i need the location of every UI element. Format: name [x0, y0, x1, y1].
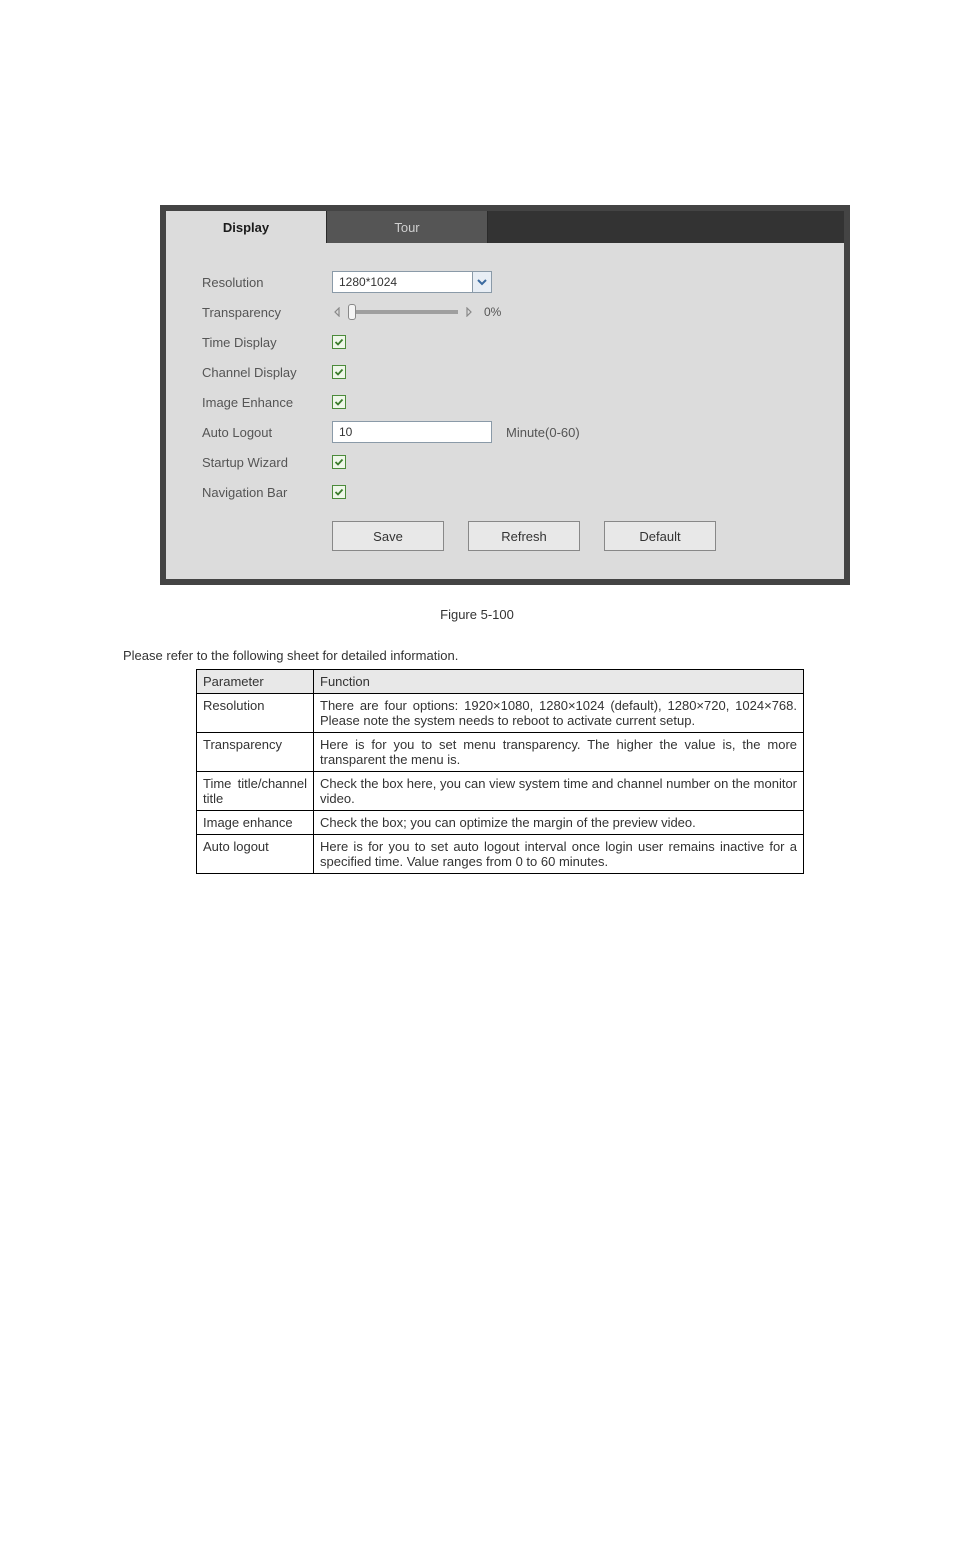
- label-transparency: Transparency: [202, 305, 332, 320]
- save-button[interactable]: Save: [332, 521, 444, 551]
- navigation-bar-checkbox[interactable]: [332, 485, 346, 499]
- col-head-func: Function: [314, 670, 804, 694]
- auto-logout-suffix: Minute(0-60): [506, 425, 580, 440]
- row-resolution: Resolution 1280*1024: [166, 267, 844, 297]
- cell-param: Image enhance: [197, 811, 314, 835]
- display-settings-figure: Display Tour Resolution 1280*1024 Tran: [160, 205, 850, 585]
- cell-param: Time title/channel title: [197, 772, 314, 811]
- tab-tour[interactable]: Tour: [327, 211, 488, 243]
- parameter-table: Parameter Function Resolution There are …: [196, 669, 804, 874]
- cell-func: Check the box; you can optimize the marg…: [314, 811, 804, 835]
- table-row: Transparency Here is for you to set menu…: [197, 733, 804, 772]
- table-row: Resolution There are four options: 1920×…: [197, 694, 804, 733]
- chevron-down-icon: [472, 272, 491, 292]
- figure-caption: Figure 5-100: [0, 607, 954, 622]
- button-row: Save Refresh Default: [166, 507, 844, 551]
- tab-bar: Display Tour: [166, 211, 844, 243]
- resolution-value: 1280*1024: [333, 272, 472, 292]
- channel-display-checkbox[interactable]: [332, 365, 346, 379]
- caption-sub: Please refer to the following sheet for …: [123, 648, 954, 663]
- row-navigation-bar: Navigation Bar: [166, 477, 844, 507]
- table-row: Time title/channel title Check the box h…: [197, 772, 804, 811]
- parameter-table-wrap: Parameter Function Resolution There are …: [196, 669, 804, 874]
- default-label: Default: [639, 529, 680, 544]
- page-root: Display Tour Resolution 1280*1024 Tran: [0, 205, 954, 1555]
- label-channel-display: Channel Display: [202, 365, 332, 380]
- cell-func: There are four options: 1920×1080, 1280×…: [314, 694, 804, 733]
- label-resolution: Resolution: [202, 275, 332, 290]
- transparency-slider[interactable]: 0%: [332, 305, 501, 319]
- tab-display-label: Display: [223, 220, 269, 235]
- image-enhance-checkbox[interactable]: [332, 395, 346, 409]
- row-time-display: Time Display: [166, 327, 844, 357]
- row-startup-wizard: Startup Wizard: [166, 447, 844, 477]
- table-row: Image enhance Check the box; you can opt…: [197, 811, 804, 835]
- row-channel-display: Channel Display: [166, 357, 844, 387]
- settings-panel: Resolution 1280*1024 Transparency: [166, 243, 844, 579]
- cell-func: Check the box here, you can view system …: [314, 772, 804, 811]
- label-time-display: Time Display: [202, 335, 332, 350]
- refresh-label: Refresh: [501, 529, 547, 544]
- row-transparency: Transparency 0%: [166, 297, 844, 327]
- save-label: Save: [373, 529, 403, 544]
- row-image-enhance: Image Enhance: [166, 387, 844, 417]
- tab-tour-label: Tour: [394, 220, 419, 235]
- cell-func: Here is for you to set auto logout inter…: [314, 835, 804, 874]
- slider-decrement-icon[interactable]: [332, 305, 342, 319]
- refresh-button[interactable]: Refresh: [468, 521, 580, 551]
- transparency-readout: 0%: [484, 305, 501, 319]
- label-auto-logout: Auto Logout: [202, 425, 332, 440]
- label-startup-wizard: Startup Wizard: [202, 455, 332, 470]
- tabbar-filler: [488, 211, 844, 243]
- cell-func: Here is for you to set menu transparency…: [314, 733, 804, 772]
- slider-track[interactable]: [348, 310, 458, 314]
- time-display-checkbox[interactable]: [332, 335, 346, 349]
- default-button[interactable]: Default: [604, 521, 716, 551]
- tab-display[interactable]: Display: [166, 211, 327, 243]
- col-head-param: Parameter: [197, 670, 314, 694]
- auto-logout-value: 10: [339, 425, 352, 439]
- startup-wizard-checkbox[interactable]: [332, 455, 346, 469]
- slider-increment-icon[interactable]: [464, 305, 474, 319]
- slider-thumb[interactable]: [348, 304, 356, 320]
- cell-param: Resolution: [197, 694, 314, 733]
- table-row: Auto logout Here is for you to set auto …: [197, 835, 804, 874]
- label-navigation-bar: Navigation Bar: [202, 485, 332, 500]
- label-image-enhance: Image Enhance: [202, 395, 332, 410]
- auto-logout-input[interactable]: 10: [332, 421, 492, 443]
- row-auto-logout: Auto Logout 10 Minute(0-60): [166, 417, 844, 447]
- cell-param: Auto logout: [197, 835, 314, 874]
- resolution-dropdown[interactable]: 1280*1024: [332, 271, 492, 293]
- cell-param: Transparency: [197, 733, 314, 772]
